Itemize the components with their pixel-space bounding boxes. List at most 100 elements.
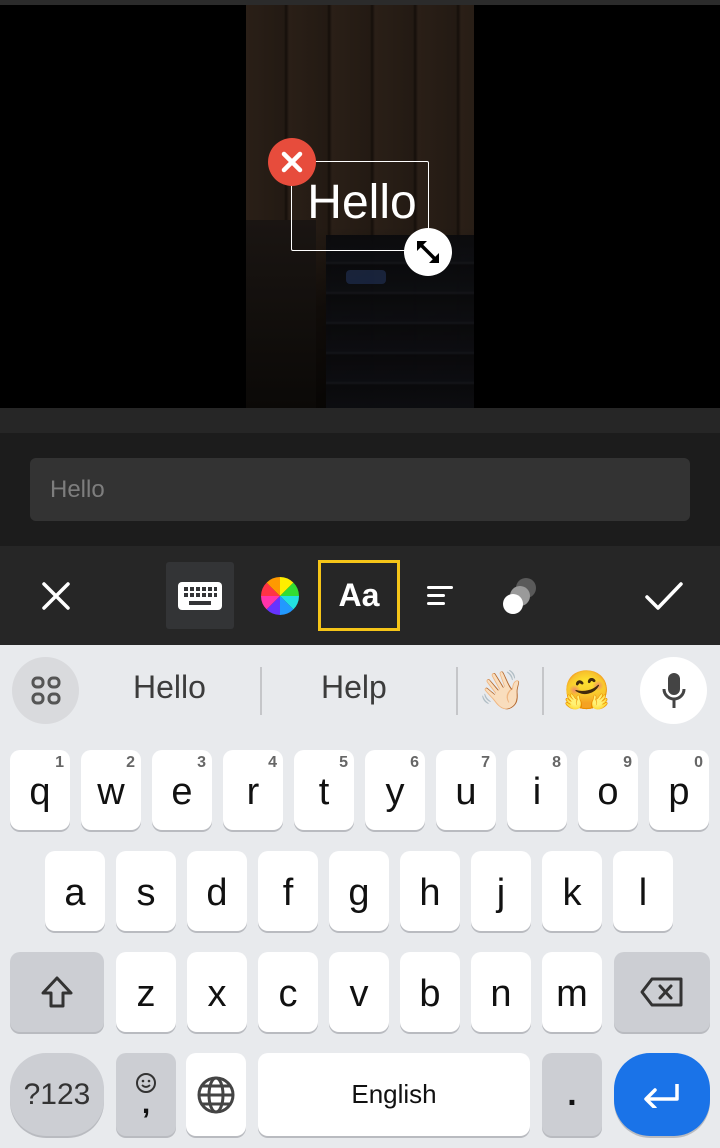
- key-p[interactable]: p0: [649, 750, 709, 830]
- key-number-hint: 7: [481, 754, 490, 771]
- key-k[interactable]: k: [542, 851, 602, 931]
- key-n[interactable]: n: [471, 952, 531, 1032]
- key-i[interactable]: i8: [507, 750, 567, 830]
- backspace-key[interactable]: [614, 952, 710, 1032]
- color-wheel-icon: [261, 576, 299, 615]
- key-number-hint: 6: [410, 754, 419, 771]
- key-number-hint: 1: [55, 754, 64, 771]
- key-d[interactable]: d: [187, 851, 247, 931]
- keyboard-toggle-button[interactable]: [166, 562, 234, 629]
- text-align-button[interactable]: [410, 562, 470, 629]
- key-number-hint: 0: [694, 754, 703, 771]
- key-h[interactable]: h: [400, 851, 460, 931]
- key-label: e: [171, 770, 193, 813]
- key-a[interactable]: a: [45, 851, 105, 931]
- key-label: v: [349, 972, 369, 1015]
- key-label: s: [136, 871, 156, 914]
- period-key[interactable]: .: [542, 1053, 602, 1136]
- key-s[interactable]: s: [116, 851, 176, 931]
- divider-band: [0, 408, 720, 433]
- divider: [542, 667, 544, 715]
- key-label: b: [419, 972, 441, 1015]
- key-label: k: [562, 871, 582, 914]
- key-f[interactable]: f: [258, 851, 318, 931]
- key-l[interactable]: l: [613, 851, 673, 931]
- key-label: r: [246, 770, 260, 813]
- suggestion-strip: Hello Help 👋🏻 🤗: [0, 645, 720, 740]
- shift-icon: [41, 976, 73, 1008]
- key-e[interactable]: e3: [152, 750, 212, 830]
- cancel-button[interactable]: [22, 562, 90, 629]
- check-icon: [645, 581, 683, 610]
- close-icon: [281, 151, 303, 173]
- space-bar[interactable]: English: [258, 1053, 530, 1136]
- key-label: h: [419, 871, 441, 914]
- key-r[interactable]: r4: [223, 750, 283, 830]
- text-input-panel: [0, 433, 720, 546]
- key-b[interactable]: b: [400, 952, 460, 1032]
- opacity-button[interactable]: [486, 562, 550, 629]
- key-z[interactable]: z: [116, 952, 176, 1032]
- shift-key[interactable]: [10, 952, 104, 1032]
- emoji-suggestion-wave[interactable]: 👋🏻: [478, 667, 525, 715]
- emoji-comma-key[interactable]: ,: [116, 1053, 176, 1136]
- key-number-hint: 9: [623, 754, 632, 771]
- key-x[interactable]: x: [187, 952, 247, 1032]
- key-label: z: [136, 972, 156, 1015]
- key-label: m: [556, 972, 588, 1015]
- globe-icon: [197, 1076, 235, 1113]
- key-u[interactable]: u7: [436, 750, 496, 830]
- microphone-icon: [662, 672, 685, 708]
- sticker-text-input[interactable]: [30, 458, 690, 521]
- sticker-text: Hello: [307, 176, 417, 229]
- suggestion-item[interactable]: Help: [321, 669, 387, 706]
- key-j[interactable]: j: [471, 851, 531, 931]
- key-v[interactable]: v: [329, 952, 389, 1032]
- key-label: i: [532, 770, 542, 813]
- delete-sticker-button[interactable]: [268, 138, 316, 186]
- key-number-hint: 5: [339, 754, 348, 771]
- comma-label: ,: [141, 1086, 151, 1120]
- key-number-hint: 2: [126, 754, 135, 771]
- resize-diagonal-icon: [417, 241, 439, 263]
- key-label: x: [207, 972, 227, 1015]
- key-label: u: [455, 770, 477, 813]
- soft-keyboard: Hello Help 👋🏻 🤗 ?123 , English . q 1 w 2…: [0, 645, 720, 1148]
- key-label: c: [278, 972, 298, 1015]
- opacity-icon: [503, 577, 536, 614]
- key-g[interactable]: g: [329, 851, 389, 931]
- key-t[interactable]: t5: [294, 750, 354, 830]
- key-number-hint: 8: [552, 754, 561, 771]
- key-label: y: [385, 770, 405, 813]
- emoji-suggestion-hug[interactable]: 🤗: [563, 667, 610, 715]
- key-label: p: [668, 770, 690, 813]
- key-m[interactable]: m: [542, 952, 602, 1032]
- voice-input-button[interactable]: [640, 657, 707, 724]
- key-label: n: [490, 972, 512, 1015]
- divider: [260, 667, 262, 715]
- enter-icon: [644, 1083, 679, 1108]
- divider: [456, 667, 458, 715]
- keyboard-icon: [178, 581, 222, 610]
- key-label: q: [29, 770, 51, 813]
- keyboard-apps-button[interactable]: [12, 657, 79, 724]
- language-key[interactable]: [186, 1053, 246, 1136]
- enter-key[interactable]: [614, 1053, 710, 1136]
- grid-icon: [31, 676, 60, 704]
- key-label: f: [282, 871, 294, 914]
- backspace-icon: [640, 977, 683, 1007]
- text-color-button[interactable]: [250, 562, 310, 629]
- font-style-button[interactable]: Aa: [318, 560, 400, 631]
- key-number-hint: 4: [268, 754, 277, 771]
- key-label: g: [348, 871, 370, 914]
- key-q[interactable]: q1: [10, 750, 70, 830]
- resize-sticker-handle[interactable]: [404, 228, 452, 276]
- confirm-button[interactable]: [630, 562, 698, 629]
- key-label: l: [638, 871, 648, 914]
- symbols-key[interactable]: ?123: [10, 1053, 104, 1136]
- suggestion-item[interactable]: Hello: [133, 669, 206, 706]
- key-y[interactable]: y6: [365, 750, 425, 830]
- key-w[interactable]: w2: [81, 750, 141, 830]
- key-o[interactable]: o9: [578, 750, 638, 830]
- key-c[interactable]: c: [258, 952, 318, 1032]
